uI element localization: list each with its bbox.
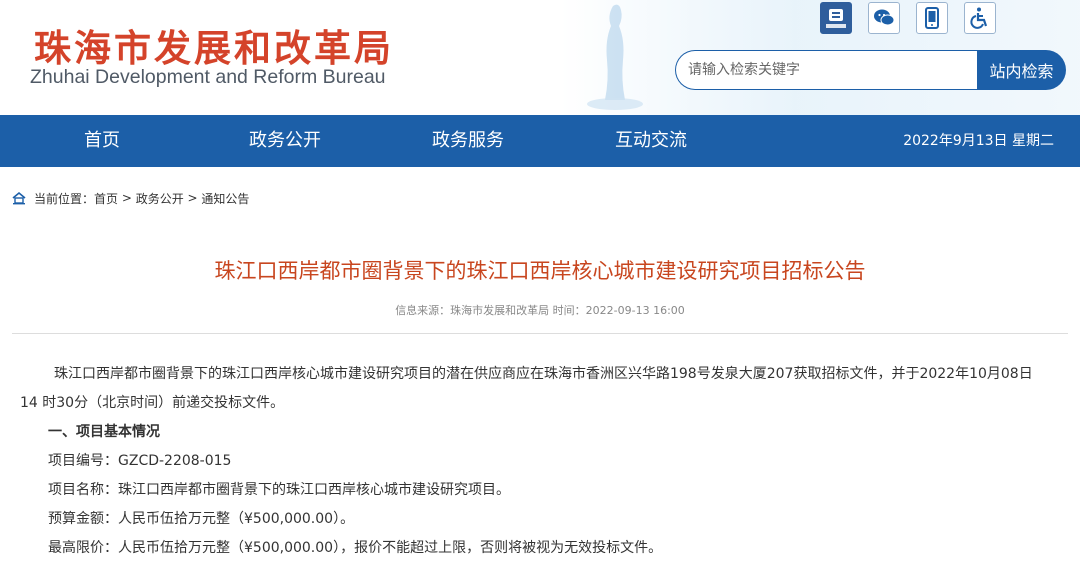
wechat-button[interactable] [868, 2, 900, 34]
section-heading: 一、项目基本情况 [48, 424, 160, 440]
article-meta: 信息来源：珠海市发展和改革局 时间：2022-09-13 16:00 [395, 304, 685, 317]
site-title-en[interactable]: Zhuhai Development and Reform Bureau [30, 66, 386, 89]
nav-item-gov-affairs-open[interactable]: 政务公开 [225, 115, 345, 167]
paragraph-line: 珠江口西岸都市圈背景下的珠江口西岸核心城市建设研究项目的潜在供应商应在珠海市香洲… [54, 366, 1033, 382]
statue-decoration [587, 4, 643, 110]
breadcrumb-separator: > [183, 191, 202, 205]
mobile-icon [925, 7, 939, 29]
elder-mode-button[interactable] [820, 2, 852, 34]
breadcrumb-separator: > [118, 191, 136, 205]
current-date: 2022年9月13日 星期二 [903, 133, 1054, 149]
breadcrumb-prefix: 当前位置： [34, 191, 95, 206]
project-number: 项目编号：GZCD-2208-015 [48, 453, 232, 469]
accessibility-icon [970, 7, 988, 29]
project-name: 项目名称：珠江口西岸都市圈背景下的珠江口西岸核心城市建设研究项目。 [48, 482, 510, 498]
breadcrumb-home[interactable]: 首页 [94, 190, 118, 207]
article-title: 珠江口西岸都市圈背景下的珠江口西岸核心城市建设研究项目招标公告 [214, 259, 866, 283]
breadcrumb-gov-affairs-open[interactable]: 政务公开 [136, 190, 184, 207]
max-price: 最高限价：人民币伍拾万元整（¥500,000.00），报价不能超过上限，否则将被… [48, 540, 663, 556]
home-icon [12, 191, 26, 205]
divider [12, 333, 1068, 334]
budget-amount: 预算金额：人民币伍拾万元整（¥500,000.00）。 [48, 511, 355, 527]
search-input[interactable] [675, 50, 977, 90]
wechat-icon [874, 9, 895, 26]
site-header: 珠海市发展和改革局 Zhuhai Development and Reform … [0, 0, 1080, 115]
accessibility-button[interactable] [964, 2, 996, 34]
search-button[interactable]: 站内检索 [977, 50, 1066, 90]
search-box: 站内检索 [675, 50, 1066, 90]
mobile-button[interactable] [916, 2, 948, 34]
paragraph-line: 14 时30分（北京时间）前递交投标文件。 [20, 395, 285, 411]
nav-item-interaction[interactable]: 互动交流 [591, 115, 711, 167]
main-nav: 首页 政务公开 政务服务 互动交流 2022年9月13日 星期二 [0, 115, 1080, 167]
elder-mode-icon [826, 9, 846, 28]
article-content: 珠江口西岸都市圈背景下的珠江口西岸核心城市建设研究项目的潜在供应商应在珠海市香洲… [20, 360, 1065, 563]
breadcrumb-notices[interactable]: 通知公告 [201, 190, 249, 207]
tool-icons [820, 2, 996, 34]
site-title-cn[interactable]: 珠海市发展和改革局 [34, 18, 394, 72]
nav-item-gov-services[interactable]: 政务服务 [408, 115, 528, 167]
breadcrumb: 当前位置： 首页 > 政务公开 > 通知公告 [12, 188, 249, 208]
nav-item-home[interactable]: 首页 [42, 115, 162, 167]
